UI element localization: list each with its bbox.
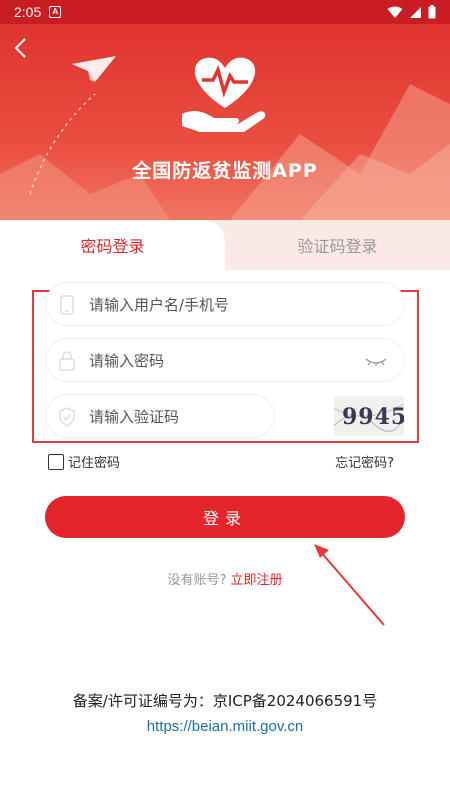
username-field <box>45 282 405 327</box>
captcha-image[interactable]: 9945 <box>334 396 404 436</box>
status-time: 2:05 <box>14 4 42 20</box>
remember-password: 记住密码 <box>48 452 120 471</box>
app-header: 全国防返贫监测APP <box>0 24 450 220</box>
password-input[interactable] <box>89 339 349 383</box>
remember-label: 记住密码 <box>68 456 121 471</box>
tab-sms-login[interactable]: 验证码登录 <box>225 220 450 270</box>
icp-link[interactable]: https://beian.miit.gov.cn <box>0 718 450 735</box>
app-logo-heart-hand <box>182 57 266 132</box>
remember-checkbox[interactable] <box>48 453 64 470</box>
signal-icon <box>410 6 421 18</box>
register-prompt: 没有账号? <box>167 573 227 588</box>
status-bar: 2:05 A <box>0 0 450 24</box>
tab-password-login[interactable]: 密码登录 <box>0 220 225 270</box>
notification-icon: A <box>49 6 62 18</box>
username-input[interactable] <box>89 283 349 327</box>
annotation-arrow <box>314 544 385 626</box>
login-button[interactable]: 登录 <box>45 496 405 538</box>
captcha-code: 9945 <box>342 404 404 430</box>
lock-icon <box>59 351 75 371</box>
status-indicators <box>387 5 436 19</box>
shield-icon <box>59 407 75 427</box>
battery-icon <box>428 5 436 19</box>
captcha-input[interactable] <box>89 395 269 439</box>
wifi-icon <box>387 6 403 18</box>
icp-record: 备案/许可证编号为：京ICP备2024066591号 <box>72 692 378 710</box>
login-tabs: 密码登录 验证码登录 <box>0 220 450 270</box>
password-field <box>45 338 405 383</box>
back-arrow-icon[interactable] <box>10 36 34 60</box>
register-link[interactable]: 立即注册 <box>231 573 283 588</box>
forgot-password-link[interactable]: 忘记密码? <box>335 452 394 471</box>
app-title: 全国防返贫监测APP <box>132 160 318 182</box>
captcha-field <box>45 394 275 439</box>
phone-icon <box>60 295 74 315</box>
eye-closed-icon[interactable] <box>364 351 388 371</box>
